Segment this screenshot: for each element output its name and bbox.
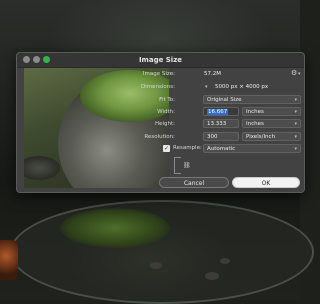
chevron-down-icon[interactable]: ▾ [298, 71, 301, 77]
height-input[interactable]: 13.333 [203, 119, 239, 128]
titlebar: Image Size [17, 53, 304, 68]
dialog-title: Image Size [138, 56, 183, 64]
image-size-dialog: Image Size Image Size: 57.2M ⚙ ▾ Dimensi… [16, 52, 305, 193]
chevron-down-icon[interactable]: ▾ [205, 84, 208, 90]
resample-checkbox[interactable]: ✓ [163, 145, 170, 152]
chevron-down-icon: ▾ [294, 134, 297, 140]
width-value: 16.667 [207, 109, 229, 115]
width-input[interactable]: 16.667 [203, 107, 239, 116]
image-size-value: 57.2M [204, 71, 221, 77]
image-size-label: Image Size: [142, 71, 175, 77]
resample-value: Automatic [207, 146, 236, 152]
dimensions-label: Dimensions: [141, 84, 175, 90]
resample-select[interactable]: Automatic ▾ [203, 144, 301, 153]
resample-label: Resample: [173, 145, 202, 151]
fit-to-label: Fit To: [159, 97, 175, 103]
lantern [0, 240, 18, 280]
width-unit: Inches [246, 109, 264, 115]
moss-clump [60, 208, 170, 248]
height-unit: Inches [246, 121, 264, 127]
resolution-unit: Pixels/Inch [246, 134, 276, 140]
dimensions-value: 5000 px × 4000 px [215, 84, 269, 90]
fit-to-select[interactable]: Original Size ▾ [203, 95, 301, 104]
cancel-button[interactable]: Cancel [159, 177, 229, 188]
bowl-rim-image [24, 156, 60, 180]
chevron-down-icon: ▾ [294, 146, 297, 152]
chevron-down-icon: ▾ [294, 109, 297, 115]
ok-button[interactable]: OK [232, 177, 300, 188]
resolution-unit-select[interactable]: Pixels/Inch ▾ [242, 132, 301, 141]
height-label: Height: [154, 121, 175, 127]
chevron-down-icon: ▾ [294, 97, 297, 103]
stone [150, 262, 162, 269]
height-value: 13.333 [207, 121, 227, 127]
resolution-label: Resolution: [144, 134, 175, 140]
height-unit-select[interactable]: Inches ▾ [242, 119, 301, 128]
width-label: Width: [157, 109, 175, 115]
resolution-input[interactable]: 300 [203, 132, 239, 141]
link-icon[interactable]: ⛓ [183, 162, 191, 169]
fit-to-value: Original Size [207, 97, 242, 103]
width-unit-select[interactable]: Inches ▾ [242, 107, 301, 116]
chevron-down-icon: ▾ [294, 121, 297, 127]
constrain-bracket [174, 157, 181, 174]
stone [220, 258, 230, 264]
resolution-value: 300 [207, 134, 218, 140]
gear-icon[interactable]: ⚙ [291, 69, 297, 77]
stone [205, 272, 219, 280]
stone-floor-disc [10, 200, 314, 304]
